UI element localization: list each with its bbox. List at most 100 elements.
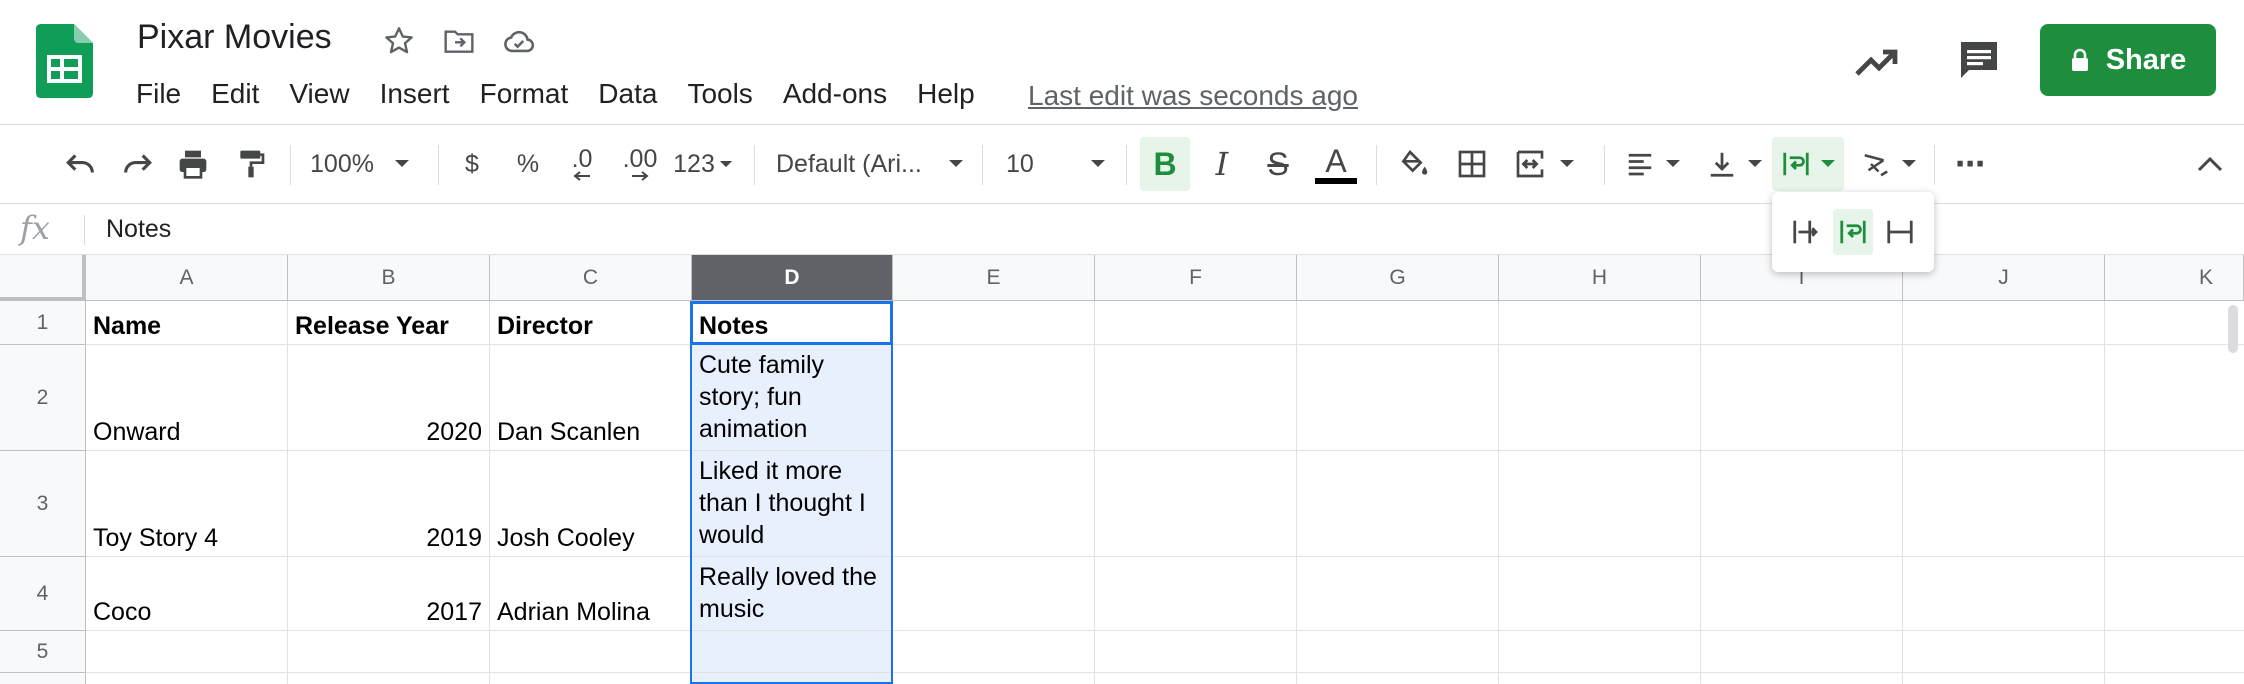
cell-d4[interactable]: Really loved the music <box>692 557 893 631</box>
column-header-f[interactable]: F <box>1095 255 1297 301</box>
cell-d3[interactable]: Liked it more than I thought I would <box>692 451 893 557</box>
merge-cells-button[interactable] <box>1504 137 1584 191</box>
document-title[interactable]: Pixar Movies <box>137 18 332 57</box>
cell-c6[interactable] <box>490 673 692 684</box>
text-color-swatch <box>1315 178 1357 184</box>
move-to-folder-icon[interactable] <box>440 22 478 60</box>
menu-addons[interactable]: Add-ons <box>783 78 887 110</box>
cell-c2[interactable]: Dan Scanlen <box>490 345 692 451</box>
borders-icon[interactable] <box>1448 137 1496 191</box>
cell-d5[interactable] <box>692 631 893 673</box>
cell-a2[interactable]: Onward <box>86 345 288 451</box>
column-header-h[interactable]: H <box>1499 255 1701 301</box>
more-formats-button[interactable]: 123 <box>670 137 736 191</box>
column-header-b[interactable]: B <box>288 255 490 301</box>
text-wrapping-button[interactable] <box>1772 137 1844 191</box>
print-icon[interactable] <box>170 137 216 191</box>
last-edit-link[interactable]: Last edit was seconds ago <box>1028 80 1358 112</box>
cell-b5[interactable] <box>288 631 490 673</box>
cloud-saved-icon[interactable] <box>500 22 538 60</box>
italic-button[interactable]: I <box>1198 137 1246 191</box>
share-button[interactable]: Share <box>2040 24 2216 96</box>
bold-button[interactable]: B <box>1140 137 1190 191</box>
cell-b6[interactable] <box>288 673 490 684</box>
row-header-2[interactable]: 2 <box>0 345 86 451</box>
vertical-scrollbar[interactable] <box>2228 305 2238 353</box>
row-header-5[interactable]: 5 <box>0 631 86 673</box>
horizontal-align-button[interactable] <box>1618 137 1688 191</box>
decrease-decimal-button[interactable]: .0 <box>558 137 606 191</box>
comments-icon[interactable] <box>1955 36 2003 84</box>
cell-c3[interactable]: Josh Cooley <box>490 451 692 557</box>
column-header-a[interactable]: A <box>86 255 288 301</box>
column-header-e[interactable]: E <box>893 255 1095 301</box>
sheets-logo-icon[interactable] <box>36 24 93 98</box>
text-rotation-button[interactable] <box>1852 137 1924 191</box>
cell-d1[interactable]: Notes <box>692 301 893 345</box>
star-icon[interactable] <box>380 22 418 60</box>
select-all-corner[interactable] <box>0 255 86 301</box>
share-label: Share <box>2105 43 2187 76</box>
column-header-c[interactable]: C <box>490 255 692 301</box>
zoom-select[interactable]: 100% <box>300 137 420 191</box>
more-options-button[interactable]: ⋯ <box>1948 137 1992 191</box>
format-currency-button[interactable]: $ <box>452 137 492 191</box>
cell-a4[interactable]: Coco <box>86 557 288 631</box>
font-size-select[interactable]: 10 <box>1000 137 1112 191</box>
cell-a6[interactable] <box>86 673 288 684</box>
menu-help[interactable]: Help <box>917 78 975 110</box>
column-header-d[interactable]: D <box>692 255 893 301</box>
menu-data[interactable]: Data <box>598 78 657 110</box>
menu-tools[interactable]: Tools <box>687 78 752 110</box>
collapse-toolbar-icon[interactable] <box>2190 137 2230 191</box>
toolbar-divider <box>1126 145 1127 185</box>
cell-c4[interactable]: Adrian Molina <box>490 557 692 631</box>
fill-color-icon[interactable] <box>1390 137 1438 191</box>
font-family-select[interactable]: Default (Ari... <box>770 137 970 191</box>
menu-insert[interactable]: Insert <box>380 78 450 110</box>
cell-b4[interactable]: 2017 <box>288 557 490 631</box>
wrap-overflow-option[interactable] <box>1786 209 1826 255</box>
formula-divider <box>84 215 85 245</box>
toolbar-divider <box>1934 145 1935 185</box>
column-header-k[interactable]: K <box>2105 255 2244 301</box>
cell-a1[interactable]: Name <box>86 301 288 345</box>
cell-d6[interactable] <box>692 673 893 684</box>
cell-b1[interactable]: Release Year <box>288 301 490 345</box>
cell-d2[interactable]: Cute family story; fun animation <box>692 345 893 451</box>
format-percent-button[interactable]: % <box>508 137 548 191</box>
column-header-g[interactable]: G <box>1297 255 1499 301</box>
wrap-clip-option[interactable] <box>1880 209 1920 255</box>
cell-b3[interactable]: 2019 <box>288 451 490 557</box>
caret-down-icon <box>1091 160 1105 167</box>
cell-a5[interactable] <box>86 631 288 673</box>
menu-edit[interactable]: Edit <box>211 78 259 110</box>
percent-label: % <box>516 149 540 178</box>
increase-decimal-button[interactable]: .00 <box>614 137 666 191</box>
formula-input[interactable]: Notes <box>106 215 171 244</box>
undo-icon[interactable] <box>58 137 104 191</box>
menu-view[interactable]: View <box>289 78 349 110</box>
row-header-4[interactable]: 4 <box>0 557 86 631</box>
row-header-6[interactable] <box>0 673 86 684</box>
toolbar-divider <box>1376 145 1377 185</box>
activity-trend-icon[interactable] <box>1852 40 1902 84</box>
currency-label: $ <box>465 149 479 178</box>
menu-format[interactable]: Format <box>480 78 569 110</box>
paint-format-icon[interactable] <box>228 137 274 191</box>
cell-a3[interactable]: Toy Story 4 <box>86 451 288 557</box>
text-color-button[interactable]: A <box>1310 137 1362 191</box>
more-formats-label: 123 <box>673 149 715 178</box>
redo-icon[interactable] <box>114 137 160 191</box>
vertical-align-button[interactable] <box>1700 137 1770 191</box>
menu-file[interactable]: File <box>136 78 181 110</box>
row-header-3[interactable]: 3 <box>0 451 86 557</box>
wrap-wrap-option[interactable] <box>1832 209 1873 255</box>
cell-c1[interactable]: Director <box>490 301 692 345</box>
cell-b2[interactable]: 2020 <box>288 345 490 451</box>
row-header-1[interactable]: 1 <box>0 301 86 345</box>
empty-cells-region[interactable] <box>893 301 2244 684</box>
strikethrough-button[interactable]: S <box>1254 137 1302 191</box>
cell-c5[interactable] <box>490 631 692 673</box>
caret-down-icon <box>1821 160 1835 167</box>
